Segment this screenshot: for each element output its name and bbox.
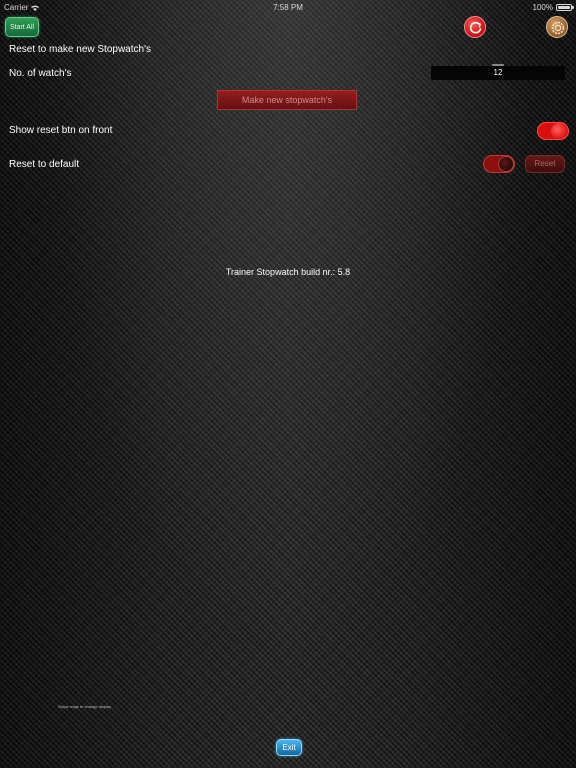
build-info: Trainer Stopwatch build nr.: 5.8: [225, 267, 351, 277]
reset-section-label: Reset to make new Stopwatch's: [9, 44, 151, 55]
reset-default-toggle[interactable]: [483, 155, 515, 173]
reset-icon: [469, 21, 482, 34]
start-all-button[interactable]: Start All: [5, 17, 39, 37]
toggle-knob: [551, 123, 567, 139]
watch-count-picker[interactable]: 12: [431, 64, 565, 80]
status-bar: Carrier 7:58 PM 100%: [0, 0, 576, 14]
battery-percent: 100%: [532, 3, 553, 12]
show-reset-label: Show reset btn on front: [9, 125, 113, 136]
settings-button[interactable]: [546, 16, 568, 38]
status-time: 7:58 PM: [273, 3, 303, 12]
exit-button[interactable]: Exit: [276, 739, 302, 756]
reset-default-label: Reset to default: [9, 159, 80, 170]
make-stopwatches-button[interactable]: Make new stopwatch's: [217, 90, 357, 110]
swipe-hint: Swipe edge to change display: [58, 704, 112, 709]
gear-icon: [551, 21, 565, 35]
show-reset-toggle[interactable]: [537, 122, 569, 140]
watch-count-label: No. of watch's: [9, 68, 72, 79]
status-right: 100%: [532, 3, 574, 12]
reset-default-button[interactable]: Reset: [525, 155, 565, 173]
battery-icon: [556, 4, 574, 11]
toggle-knob: [498, 156, 514, 172]
reset-icon-button[interactable]: [464, 16, 486, 38]
